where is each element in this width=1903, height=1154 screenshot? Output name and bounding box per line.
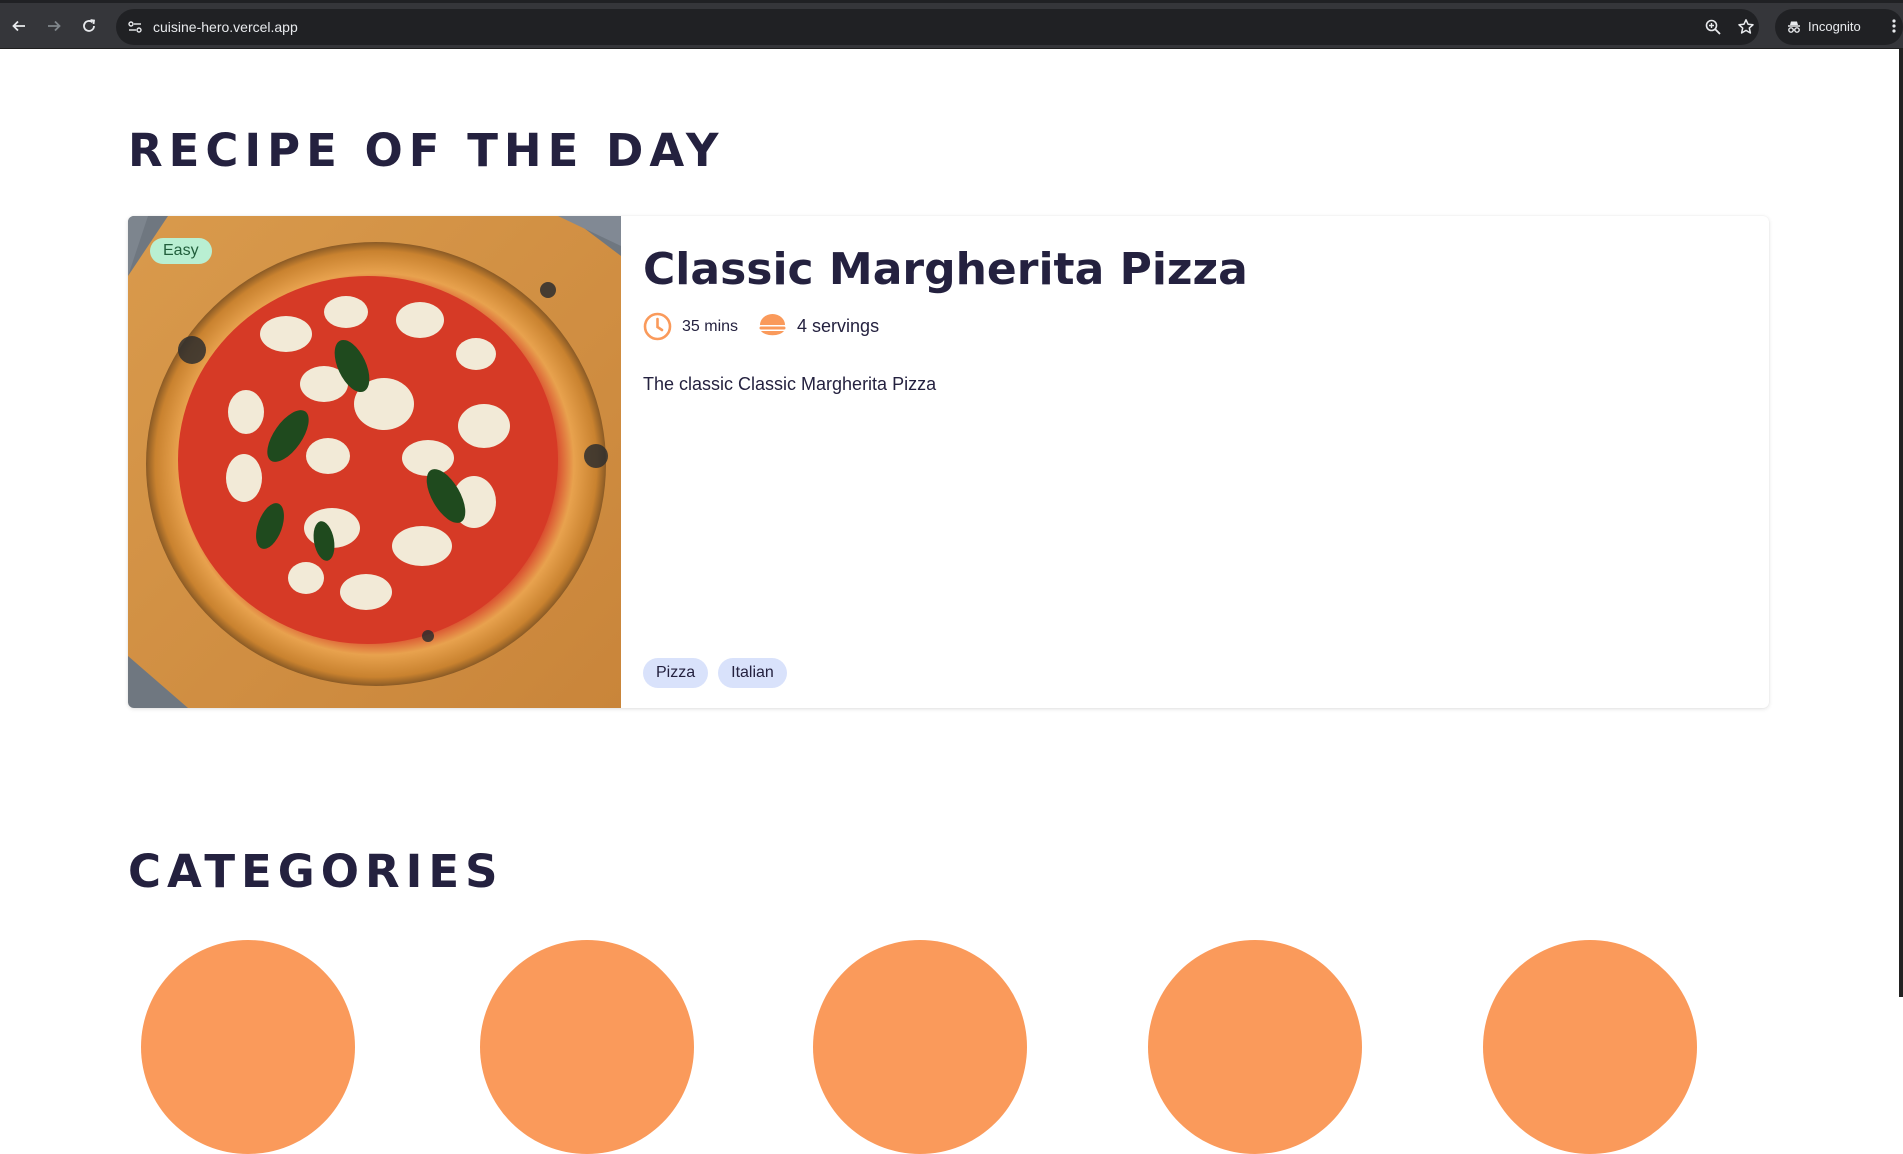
cook-time: 35 mins [643,312,738,341]
category-circle[interactable] [1148,940,1362,1154]
cook-time-text: 35 mins [682,317,739,335]
clock-icon [643,312,672,341]
category-circle[interactable] [480,940,694,1154]
tag-pizza[interactable]: Pizza [643,658,709,688]
recipe-meta: 35 mins 4 servings [643,312,899,341]
recipe-description: The classic Classic Margherita Pizza [643,374,937,394]
bookmark-star-icon[interactable] [1737,18,1755,36]
incognito-icon [1786,19,1802,35]
serving-bowl-icon [758,312,787,341]
categories-heading: CATEGORIES [128,845,504,898]
back-icon[interactable] [8,15,30,37]
category-circle[interactable] [141,940,355,1154]
reload-icon[interactable] [78,15,100,37]
incognito-label: Incognito [1808,19,1861,34]
servings: 4 servings [758,312,879,341]
recipe-of-the-day-heading: RECIPE OF THE DAY [128,124,725,177]
zoom-icon[interactable] [1704,18,1722,36]
category-circle[interactable] [1483,940,1697,1154]
recipe-title[interactable]: Classic Margherita Pizza [643,244,1248,295]
browser-chrome: cuisine-hero.vercel.app Incognito [0,0,1903,49]
recipe-tags: Pizza Italian [643,658,797,688]
menu-icon[interactable] [1888,15,1900,37]
incognito-indicator[interactable]: Incognito [1775,9,1903,45]
scrollbar[interactable] [1899,49,1903,997]
difficulty-badge: Easy [150,238,212,264]
category-circle[interactable] [813,940,1027,1154]
forward-icon[interactable] [43,15,65,37]
servings-text: 4 servings [797,316,880,336]
recipe-image[interactable]: Easy [128,216,621,708]
site-info-icon[interactable] [126,18,144,36]
tag-italian[interactable]: Italian [718,658,787,688]
url-text[interactable]: cuisine-hero.vercel.app [153,18,298,36]
browser-toolbar: cuisine-hero.vercel.app Incognito [0,3,1903,49]
recipe-card[interactable]: Easy Classic Margherita Pizza 35 mins 4 … [128,216,1769,708]
address-bar[interactable]: cuisine-hero.vercel.app [116,9,1759,45]
